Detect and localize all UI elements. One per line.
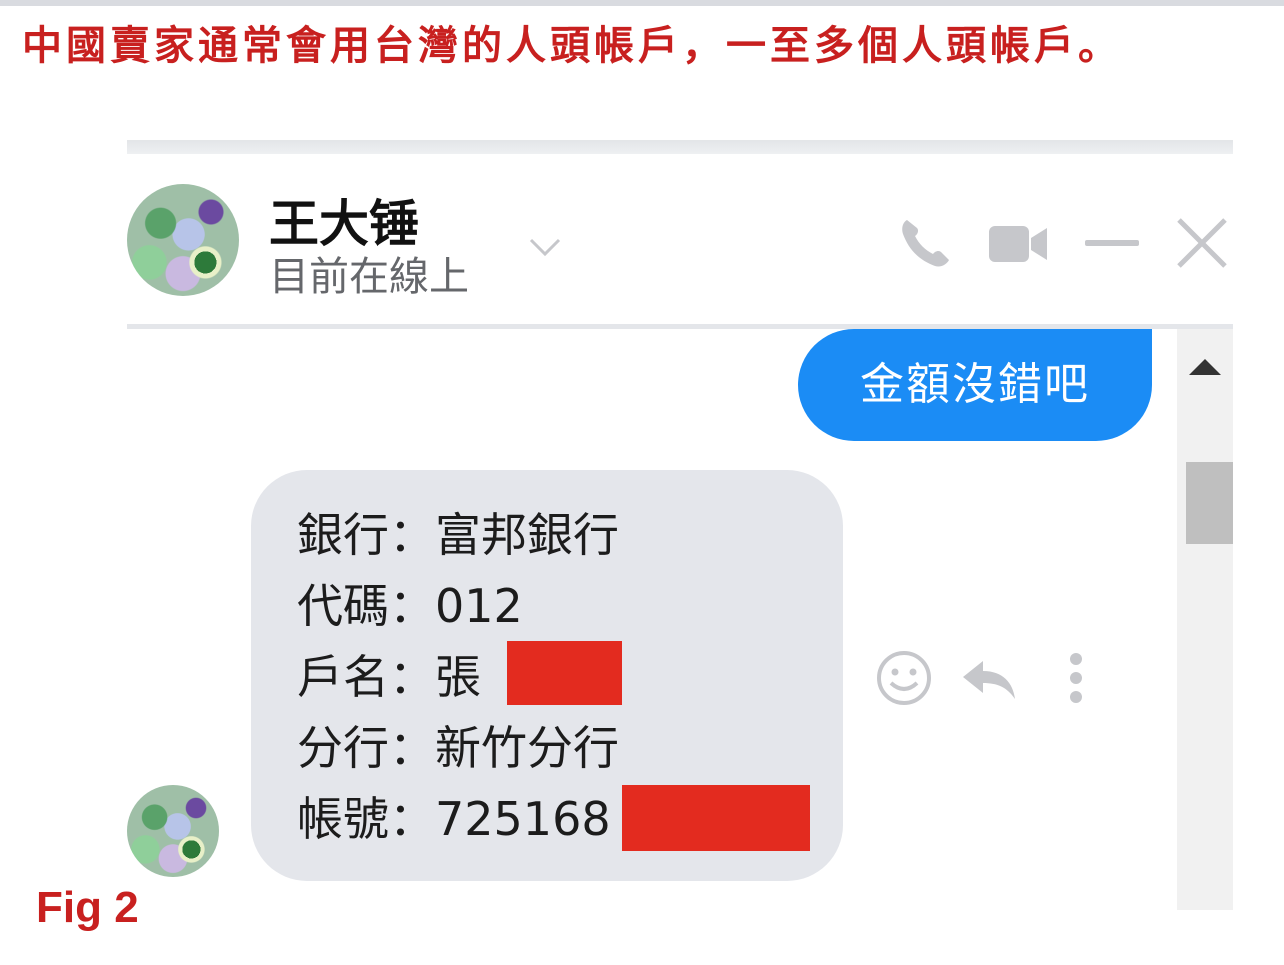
outgoing-message-bubble[interactable]: 金額沒錯吧 — [798, 329, 1152, 441]
video-camera-icon[interactable] — [987, 212, 1049, 274]
contact-name[interactable]: 王大锤 — [269, 194, 419, 254]
minimize-icon[interactable] — [1081, 212, 1143, 274]
redaction-box-account — [622, 785, 810, 851]
reply-icon[interactable] — [957, 647, 1019, 709]
chat-window-top-edge — [127, 140, 1233, 154]
incoming-message-bubble[interactable]: 銀行：富邦銀行 代碼：012 戶名：張 分行：新竹分行 帳號：725168 — [251, 470, 843, 881]
bank-code-line: 代碼：012 — [297, 579, 523, 633]
account-number-line: 帳號：725168 — [297, 792, 611, 846]
chat-window: 王大锤 目前在線上 金額沒錯吧 銀行：富邦銀行 代碼：012 戶名：張 分行：新… — [127, 140, 1233, 910]
scrollbar-thumb[interactable] — [1186, 462, 1233, 544]
caption-text: 中國賣家通常會用台灣的人頭帳戶，一至多個人頭帳戶。 — [22, 22, 1122, 69]
chat-header: 王大锤 目前在線上 — [127, 154, 1233, 329]
figure-label: Fig 2 — [36, 883, 139, 932]
bank-line: 銀行：富邦銀行 — [297, 508, 619, 562]
phone-icon[interactable] — [893, 212, 955, 274]
message-scrollbar[interactable] — [1177, 329, 1233, 910]
contact-avatar[interactable] — [127, 184, 239, 296]
sender-avatar[interactable] — [127, 785, 219, 877]
top-divider — [0, 0, 1284, 6]
message-list: 金額沒錯吧 銀行：富邦銀行 代碼：012 戶名：張 分行：新竹分行 帳號：725… — [127, 329, 1177, 910]
smiley-icon[interactable] — [873, 647, 935, 709]
more-vertical-icon[interactable] — [1045, 647, 1107, 709]
redaction-box-name — [507, 641, 622, 705]
chevron-down-icon[interactable] — [525, 226, 565, 266]
contact-status: 目前在線上 — [269, 254, 469, 300]
branch-line: 分行：新竹分行 — [297, 721, 619, 775]
scroll-up-arrow-icon[interactable] — [1189, 359, 1221, 375]
close-icon[interactable] — [1171, 212, 1233, 274]
